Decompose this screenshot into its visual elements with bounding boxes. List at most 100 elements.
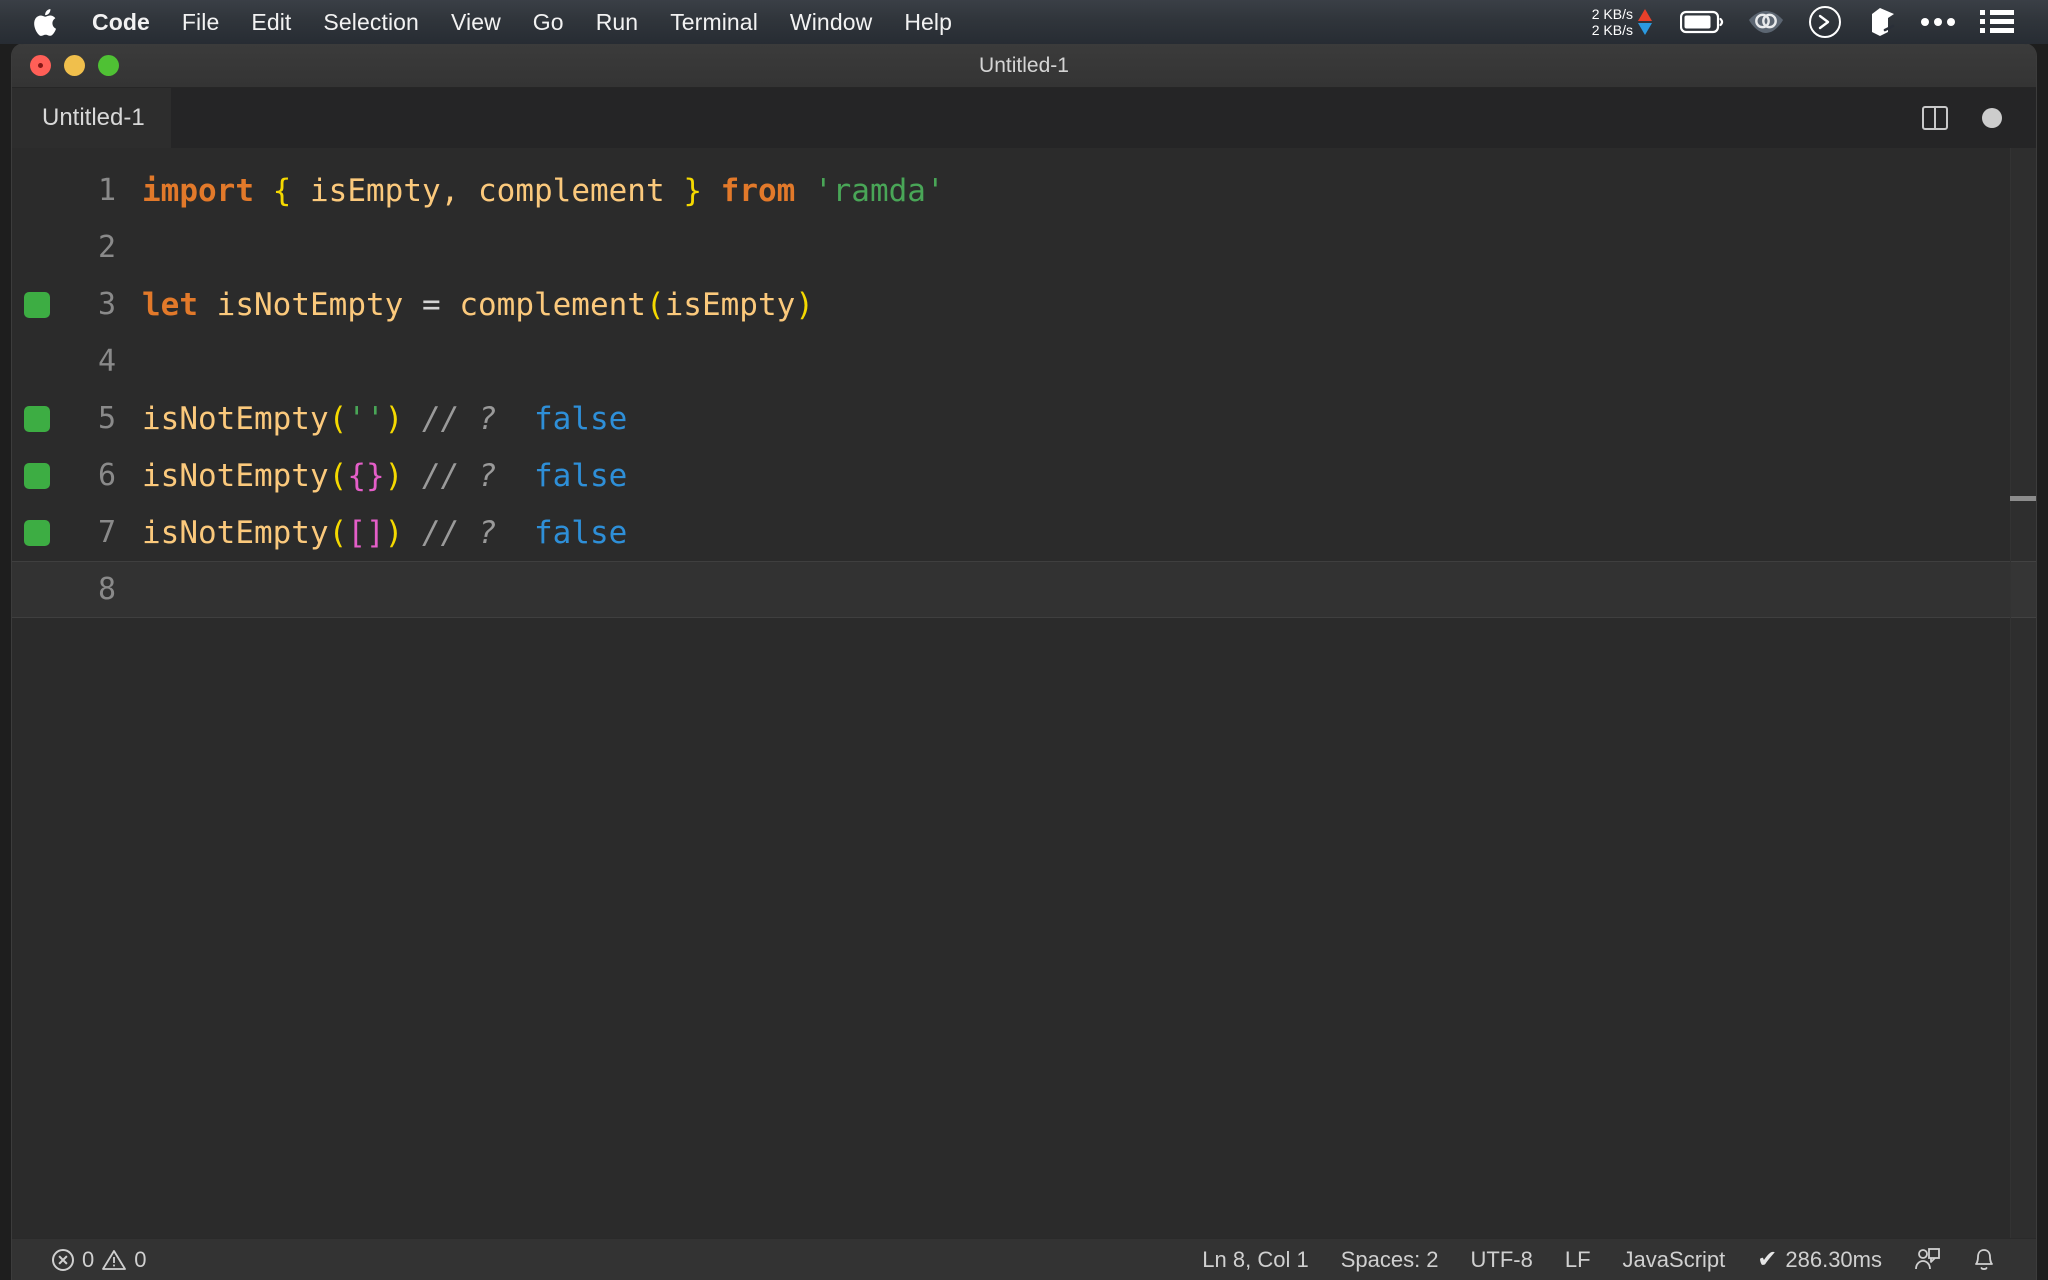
maximize-button[interactable] [98,55,119,76]
code-text: let isNotEmpty = complement(isEmpty) [142,287,2036,323]
status-bar-right: Ln 8, Col 1 Spaces: 2 UTF-8 LF JavaScrip… [1186,1239,2036,1280]
upload-arrow-icon [1638,9,1652,21]
code-token: ( [328,400,348,437]
line-number: 1 [97,173,116,208]
code-token: complement [478,172,665,209]
code-editor[interactable]: 1 import { isEmpty, complement } from 'ra… [12,148,2036,1238]
code-token: {} [347,457,385,494]
vscode-window: Untitled-1 Untitled-1 1 import { isEmpty,… [12,44,2036,1280]
close-dot-icon [38,63,43,68]
tab-label: Untitled-1 [42,104,145,131]
code-token: } [683,172,702,209]
line-ending[interactable]: LF [1549,1239,1607,1280]
menu-item-terminal[interactable]: Terminal [654,0,774,44]
window-titlebar: Untitled-1 [12,44,2036,88]
dropbox-icon[interactable] [1866,6,1896,38]
menu-item-go[interactable]: Go [517,0,580,44]
quokka-gutter-marker-icon[interactable] [24,519,50,546]
language-mode[interactable]: JavaScript [1607,1239,1742,1280]
menu-item-run[interactable]: Run [580,0,655,44]
code-line-8[interactable]: 8 [12,561,2036,618]
code-token: isNotEmpty [142,514,329,551]
code-token: isNotEmpty [142,457,329,494]
code-text: import { isEmpty, complement } from 'ram… [142,173,2036,209]
quokka-gutter-marker-icon[interactable] [24,291,50,318]
line-number: 2 [97,230,116,265]
menu-item-edit[interactable]: Edit [235,0,307,44]
code-line-3[interactable]: 3 let isNotEmpty = complement(isEmpty) [12,276,2036,333]
code-token: false [533,400,628,437]
line-number: 4 [97,344,116,379]
list-menu-icon[interactable] [1980,9,2014,35]
apple-logo-icon[interactable] [28,0,62,44]
code-token: // ? [421,400,497,437]
code-line-5[interactable]: 5 isNotEmpty('') // ? false [12,390,2036,447]
menu-item-view[interactable]: View [435,0,517,44]
battery-icon[interactable] [1680,10,1724,34]
network-speed-indicator[interactable]: 2 KB/s 2 KB/s [1592,6,1652,38]
code-token: false [533,514,628,551]
line-number: 8 [97,572,116,607]
wifi-eye-icon[interactable] [1748,8,1784,36]
menu-item-help[interactable]: Help [888,0,968,44]
code-text: isNotEmpty('') // ? false [142,401,2036,437]
live-share-icon[interactable] [1898,1239,1956,1280]
cursor-position[interactable]: Ln 8, Col 1 [1186,1239,1324,1280]
code-token: isEmpty [664,286,796,323]
code-line-7[interactable]: 7 isNotEmpty([]) // ? false [12,504,2036,561]
terminal-circle-icon[interactable] [1808,5,1842,39]
menu-item-window[interactable]: Window [774,0,888,44]
code-line-1[interactable]: 1 import { isEmpty, complement } from 'ra… [12,162,2036,219]
macos-menu-bar: Code File Edit Selection View Go Run Ter… [0,0,2048,44]
unsaved-dot-icon[interactable] [1982,108,2002,128]
menu-item-selection[interactable]: Selection [307,0,435,44]
minimize-button[interactable] [64,55,85,76]
code-token: // ? [421,514,497,551]
code-token: 'ramda' [813,172,945,209]
tab-untitled-1[interactable]: Untitled-1 [12,88,172,148]
status-bar-left: 0 0 [12,1239,163,1280]
code-line-4[interactable]: 4 [12,333,2036,390]
menu-item-code[interactable]: Code [76,0,166,44]
network-upload-speed: 2 KB/s [1591,6,1633,22]
indentation[interactable]: Spaces: 2 [1325,1239,1455,1280]
quokka-status[interactable]: ✔ 286.30ms [1741,1239,1898,1280]
menu-item-file[interactable]: File [166,0,235,44]
warning-triangle-icon [102,1249,127,1271]
code-lines: 1 import { isEmpty, complement } from 'ra… [12,148,2036,618]
menu-bar-tray: 2 KB/s 2 KB/s [1592,0,2048,44]
code-text: isNotEmpty([]) // ? false [142,515,2036,551]
code-line-2[interactable]: 2 [12,219,2036,276]
traffic-lights [30,55,119,76]
code-token: ( [645,286,665,323]
ellipsis-icon[interactable] [1920,16,1956,28]
menu-bar-items: Code File Edit Selection View Go Run Ter… [0,0,968,44]
split-editor-icon[interactable] [1922,106,1948,130]
code-token: ) [384,457,404,494]
code-line-6[interactable]: 6 isNotEmpty({}) // ? false [12,447,2036,504]
bell-icon[interactable] [1956,1239,2012,1280]
close-button[interactable] [30,55,51,76]
encoding[interactable]: UTF-8 [1455,1239,1549,1280]
check-icon: ✔ [1757,1246,1778,1273]
editor-overview-ruler[interactable] [2010,148,2036,1238]
error-circle-icon [52,1248,74,1271]
quokka-gutter-marker-icon[interactable] [24,462,50,489]
code-token: '' [347,400,385,437]
problems-status[interactable]: 0 0 [36,1239,163,1280]
code-token: from [720,172,796,209]
quokka-gutter-marker-icon[interactable] [24,405,50,432]
